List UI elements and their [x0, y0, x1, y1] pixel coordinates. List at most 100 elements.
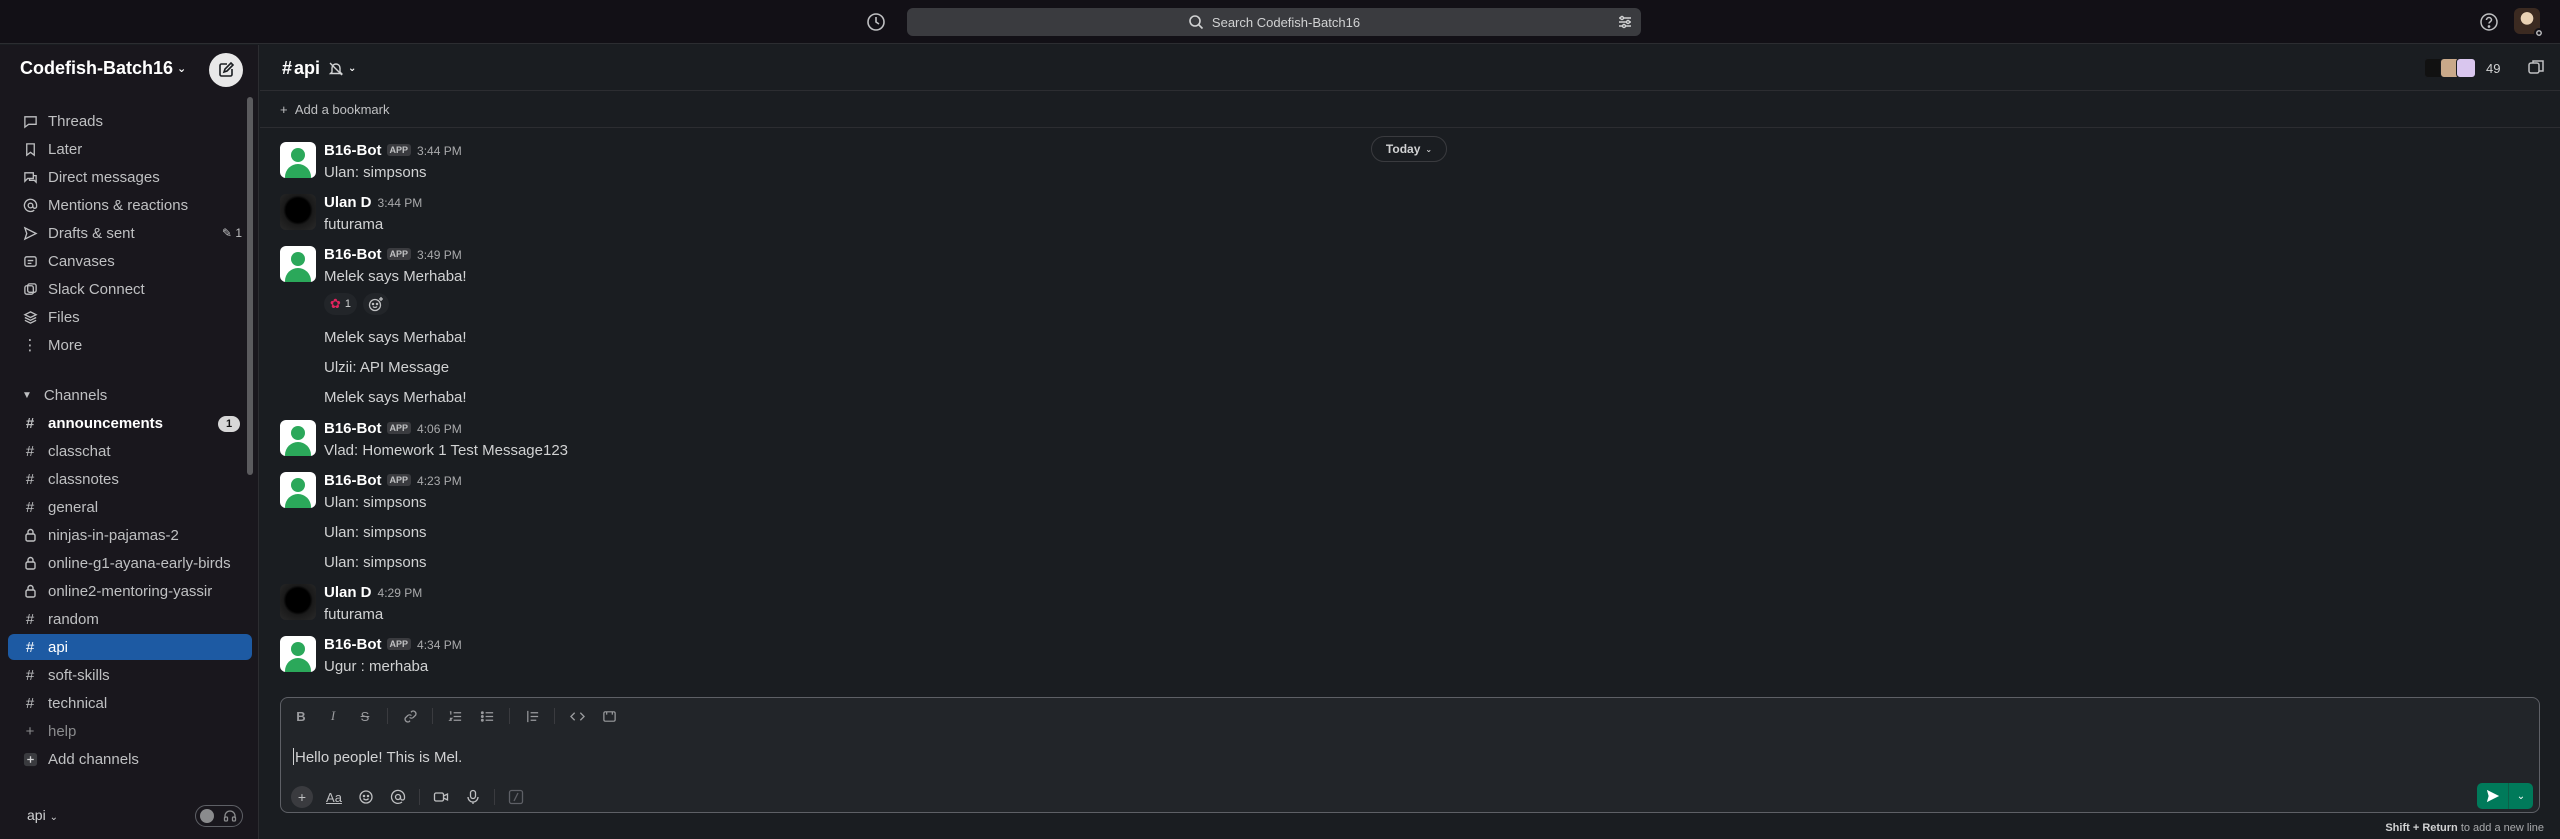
bulleted-list-icon[interactable] — [477, 706, 497, 726]
sidebar-item-mentions[interactable]: Mentions & reactions — [8, 192, 252, 218]
sidebar-item-label: Canvases — [48, 252, 115, 270]
compose-icon — [219, 62, 234, 77]
composer-actions: + Aa — [291, 786, 537, 808]
video-clip-icon[interactable] — [430, 786, 452, 808]
message-author[interactable]: B16-Bot — [324, 246, 382, 263]
message-continuation[interactable]: Melek says Merhaba! — [324, 329, 467, 346]
search-bar[interactable]: Search Codefish-Batch16 — [907, 8, 1641, 36]
add-bookmark-button[interactable]: + Add a bookmark — [280, 102, 390, 117]
message-author[interactable]: B16-Bot — [324, 636, 382, 653]
huddle-icon[interactable] — [2526, 57, 2546, 77]
message-input[interactable]: Hello people! This is Mel. — [293, 748, 462, 766]
message-time[interactable]: 4:23 PM — [417, 474, 462, 488]
message-time[interactable]: 3:44 PM — [378, 196, 423, 210]
message-text: Ugur : merhaba — [324, 658, 429, 675]
message-author[interactable]: B16-Bot — [324, 472, 382, 489]
send-button[interactable]: ⌄ — [2477, 783, 2533, 809]
sidebar-item-classchat[interactable]: # classchat — [8, 438, 252, 464]
message-time[interactable]: 4:06 PM — [417, 422, 462, 436]
italic-icon[interactable]: I — [323, 706, 343, 726]
workspace-name[interactable]: Codefish-Batch16 ⌄ — [20, 58, 186, 79]
sidebar-item-classnotes[interactable]: # classnotes — [8, 466, 252, 492]
presence-indicator — [2534, 28, 2544, 38]
message-time[interactable]: 4:34 PM — [417, 638, 462, 652]
user-avatar[interactable] — [280, 584, 316, 620]
schedule-dropdown-icon[interactable]: ⌄ — [2509, 783, 2533, 809]
sidebar-item-random[interactable]: # random — [8, 606, 252, 632]
sidebar-item-help[interactable]: + help — [8, 718, 252, 744]
sidebar-item-api[interactable]: # api — [8, 634, 252, 660]
headphones-icon — [223, 810, 237, 822]
sidebar-item-canvases[interactable]: Canvases — [8, 248, 252, 274]
add-channels-button[interactable]: Add channels — [8, 746, 252, 772]
sidebar-item-announcements[interactable]: # announcements 1 — [8, 410, 252, 436]
user-avatar[interactable] — [2514, 8, 2544, 38]
member-count: 49 — [2486, 60, 2501, 76]
add-reaction-button[interactable] — [363, 293, 390, 315]
message-time[interactable]: 3:49 PM — [417, 248, 462, 262]
sidebar-item-files[interactable]: Files — [8, 304, 252, 330]
at-icon — [22, 197, 38, 213]
bot-avatar[interactable] — [280, 636, 316, 672]
sidebar-item-online-g1-ayana-early-birds[interactable]: online-g1-ayana-early-birds — [8, 550, 252, 576]
send-icon[interactable] — [2477, 783, 2509, 809]
search-icon — [1189, 15, 1203, 30]
sidebar-item-online2-mentoring-yassir[interactable]: online2-mentoring-yassir — [8, 578, 252, 604]
sidebar-item-more[interactable]: ⋮ More — [8, 332, 252, 358]
blockquote-icon[interactable] — [522, 706, 542, 726]
strikethrough-icon[interactable]: S — [355, 706, 375, 726]
bot-avatar[interactable] — [280, 420, 316, 456]
app-badge: APP — [386, 422, 412, 434]
message-continuation[interactable]: Ulan: simpsons — [324, 524, 427, 541]
composer-hint: Shift + Return to add a new line — [2385, 822, 2544, 834]
compose-button[interactable] — [209, 53, 243, 87]
sidebar-item-label: random — [48, 610, 99, 628]
bot-avatar[interactable] — [280, 246, 316, 282]
channel-title[interactable]: # api ⌄ — [282, 58, 356, 79]
code-block-icon[interactable] — [599, 706, 619, 726]
sidebar-item-general[interactable]: # general — [8, 494, 252, 520]
message-continuation[interactable]: Ulzii: API Message — [324, 359, 449, 376]
message-author[interactable]: B16-Bot — [324, 420, 382, 437]
message-time[interactable]: 3:44 PM — [417, 144, 462, 158]
slash-command-icon[interactable] — [505, 786, 527, 808]
user-avatar[interactable] — [280, 194, 316, 230]
message-composer[interactable]: B I S Hello people! This is Mel. + Aa ⌄ — [280, 697, 2540, 813]
message-continuation[interactable]: Ulan: simpsons — [324, 554, 427, 571]
sidebar-item-slack-connect[interactable]: Slack Connect — [8, 276, 252, 302]
channels-section-header[interactable]: ▼ Channels — [22, 387, 107, 404]
sidebar-item-direct-messages[interactable]: Direct messages — [8, 164, 252, 190]
message-time[interactable]: 4:29 PM — [378, 586, 423, 600]
sidebar-item-ninjas-in-pajamas-2[interactable]: ninjas-in-pajamas-2 — [8, 522, 252, 548]
text-format-icon[interactable]: Aa — [323, 786, 345, 808]
link-icon[interactable] — [400, 706, 420, 726]
caret-down-icon: ▼ — [22, 390, 32, 401]
mention-icon[interactable] — [387, 786, 409, 808]
ordered-list-icon[interactable] — [445, 706, 465, 726]
help-icon[interactable] — [2478, 11, 2500, 33]
sidebar-scrollbar[interactable] — [247, 97, 253, 475]
message-author[interactable]: Ulan D — [324, 584, 372, 601]
sidebar-item-soft-skills[interactable]: # soft-skills — [8, 662, 252, 688]
search-filter-icon[interactable] — [1617, 14, 1633, 30]
code-icon[interactable] — [567, 706, 587, 726]
sidebar-item-threads[interactable]: Threads — [8, 108, 252, 134]
plus-icon[interactable]: + — [291, 786, 313, 808]
channel-members-button[interactable]: 49 — [2424, 56, 2500, 80]
microphone-icon[interactable] — [462, 786, 484, 808]
bold-icon[interactable]: B — [291, 706, 311, 726]
history-icon[interactable] — [864, 10, 888, 34]
message-author[interactable]: Ulan D — [324, 194, 372, 211]
message-continuation[interactable]: Melek says Merhaba! — [324, 389, 467, 406]
bot-avatar[interactable] — [280, 472, 316, 508]
bot-avatar[interactable] — [280, 142, 316, 178]
date-divider-today[interactable]: Today ⌄ — [1371, 136, 1447, 162]
huddle-toggle[interactable] — [195, 805, 243, 827]
sidebar-item-drafts[interactable]: Drafts & sent ✎ 1 — [8, 220, 252, 246]
footer-channel-switcher[interactable]: api ⌄ — [27, 807, 58, 823]
message-author[interactable]: B16-Bot — [324, 142, 382, 159]
reaction-pill[interactable]: ✿ 1 — [324, 293, 358, 315]
sidebar-item-technical[interactable]: # technical — [8, 690, 252, 716]
emoji-icon[interactable] — [355, 786, 377, 808]
sidebar-item-later[interactable]: Later — [8, 136, 252, 162]
